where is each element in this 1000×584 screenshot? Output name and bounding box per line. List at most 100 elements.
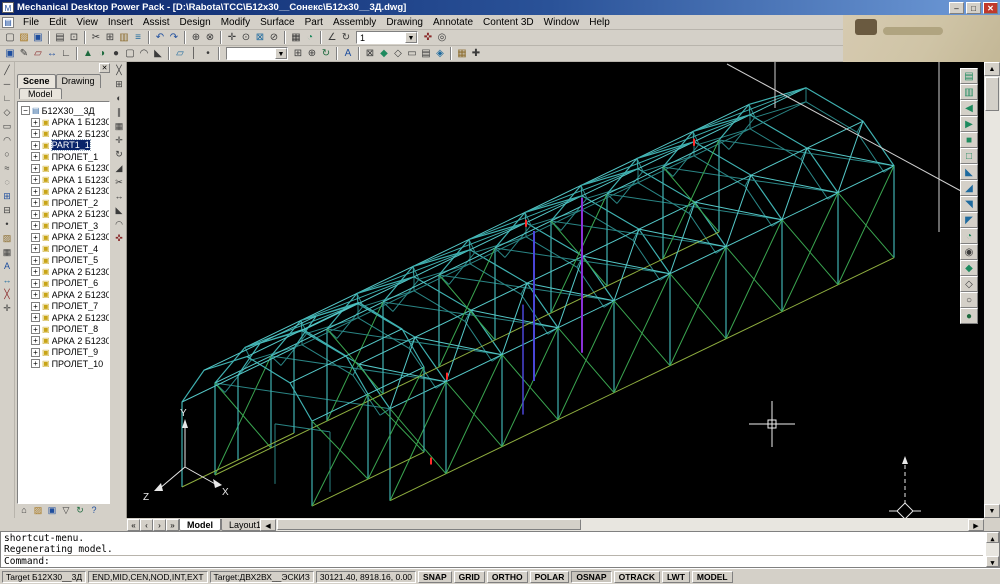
expand-box-icon[interactable]: +	[31, 187, 40, 196]
insert-block-icon[interactable]: ⊕	[189, 31, 203, 45]
toolbar-combo[interactable]: ▼	[226, 47, 288, 60]
new-part-icon[interactable]: ▣	[3, 47, 17, 61]
chamfer-feature-icon[interactable]: ◣	[151, 47, 165, 61]
power-snap-icon[interactable]: ✜	[421, 31, 435, 45]
refresh-icon[interactable]: ↻	[74, 505, 86, 517]
pattern-icon[interactable]: ⊞	[291, 47, 305, 61]
expand-box-icon[interactable]: +	[31, 141, 40, 150]
tab-drawing[interactable]: Drawing	[56, 74, 101, 88]
menu-view[interactable]: View	[71, 16, 103, 29]
menu-help[interactable]: Help	[584, 16, 615, 29]
tree-item-ПРОЛЕТ_10[interactable]: +▣ПРОЛЕТ_10	[19, 358, 109, 370]
last-tab-button[interactable]: »	[166, 519, 179, 531]
redo-icon[interactable]: ↷	[167, 31, 181, 45]
front-view2-icon[interactable]: ■	[960, 132, 978, 148]
rotate-icon[interactable]: ↻	[113, 148, 126, 162]
expand-box-icon[interactable]: +	[31, 325, 40, 334]
menu-modify[interactable]: Modify	[216, 16, 255, 29]
menu-assembly[interactable]: Assembly	[328, 16, 381, 29]
left-view-icon[interactable]: ◀	[960, 100, 978, 116]
expand-box-icon[interactable]: +	[31, 279, 40, 288]
expand-box-icon[interactable]: +	[31, 348, 40, 357]
close-button[interactable]: ✕	[983, 2, 998, 14]
copy-icon[interactable]: ⊞	[103, 31, 117, 45]
scale-icon[interactable]: ◢	[113, 162, 126, 176]
revolve-icon[interactable]: ◑	[95, 47, 109, 61]
tree-item-ПРОЛЕТ_4[interactable]: +▣ПРОЛЕТ_4	[19, 243, 109, 255]
top-view-icon[interactable]: ▤	[419, 47, 433, 61]
sw-isometric-icon[interactable]: ◣	[960, 164, 978, 180]
nw-isometric-icon[interactable]: ◤	[960, 212, 978, 228]
menu-file[interactable]: File	[18, 16, 44, 29]
line-icon[interactable]: ╱	[1, 64, 14, 78]
first-tab-button[interactable]: «	[127, 519, 140, 531]
tab-scene[interactable]: Scene	[17, 74, 56, 88]
rectangle-icon[interactable]: ▭	[1, 120, 14, 134]
tree-item-ПРОЛЕТ_3[interactable]: +▣ПРОЛЕТ_3	[19, 220, 109, 232]
work-plane-icon[interactable]: ▱	[173, 47, 187, 61]
wireframe-2d-icon[interactable]: ○	[960, 292, 978, 308]
tree-item-АРКА 2 Б1230_1[interactable]: +▣АРКА 2 Б1230_1	[19, 128, 109, 140]
tree-item-ПРОЛЕТ_7[interactable]: +▣ПРОЛЕТ_7	[19, 301, 109, 313]
ellipse-icon[interactable]: ◌	[1, 176, 14, 190]
paste-icon[interactable]: ▥	[117, 31, 131, 45]
prev-tab-button[interactable]: ‹	[140, 519, 153, 531]
work-axis-icon[interactable]: │	[187, 47, 201, 61]
expand-box-icon[interactable]: +	[31, 359, 40, 368]
toggle-osnap[interactable]: OSNAP	[571, 571, 611, 583]
tree-item-PART1_1[interactable]: +▣PART1_1	[19, 140, 109, 152]
catalog-icon[interactable]: ▦	[455, 47, 469, 61]
point-icon[interactable]: •	[1, 218, 14, 232]
tree-item-Б12Х30__3Д[interactable]: −▤Б12Х30__3Д	[19, 105, 109, 117]
floppy-icon[interactable]: ▣	[46, 505, 58, 517]
offset-icon[interactable]: ∥	[113, 106, 126, 120]
toggle-otrack[interactable]: OTRACK	[614, 571, 660, 583]
shade-mode-icon[interactable]: ◆	[960, 260, 978, 276]
toggle-model[interactable]: MODEL	[692, 571, 733, 583]
cut-icon[interactable]: ✂	[89, 31, 103, 45]
expand-box-icon[interactable]: +	[31, 302, 40, 311]
bottom-view-icon[interactable]: ▥	[960, 84, 978, 100]
tab-model[interactable]: Model	[179, 519, 221, 531]
region-icon[interactable]: ▦	[1, 246, 14, 260]
expand-box-icon[interactable]: +	[31, 198, 40, 207]
toggle-polar[interactable]: POLAR	[530, 571, 570, 583]
tree-item-ПРОЛЕТ_9[interactable]: +▣ПРОЛЕТ_9	[19, 347, 109, 359]
expand-box-icon[interactable]: +	[31, 313, 40, 322]
fillet-feature-icon[interactable]: ◠	[137, 47, 151, 61]
trim-icon[interactable]: ✂	[113, 176, 126, 190]
hidden-line-icon[interactable]: ◇	[960, 276, 978, 292]
render-icon[interactable]: ●	[960, 308, 978, 324]
ucs-icon[interactable]: ∠	[325, 31, 339, 45]
zoom-window-icon[interactable]: ⊠	[253, 31, 267, 45]
print-icon[interactable]: ▤	[53, 31, 67, 45]
command-scroll-up[interactable]: ▲	[986, 532, 999, 543]
back-view-icon[interactable]: □	[960, 148, 978, 164]
tree-item-АРКА 2 Б1230_6[interactable]: +▣АРКА 2 Б1230_6	[19, 266, 109, 278]
expand-box-icon[interactable]: +	[31, 210, 40, 219]
scroll-left-button[interactable]: ◀	[260, 519, 276, 531]
new-file-icon[interactable]: ▢	[3, 31, 17, 45]
tree-item-АРКА 1 Б1230_2[interactable]: +▣АРКА 1 Б1230_2	[19, 174, 109, 186]
expand-box-icon[interactable]: +	[31, 233, 40, 242]
drawing-viewport[interactable]: YXZ ▤▥◀▶■□◣◢◥◤◔◉◆◇○●	[127, 62, 984, 518]
add-constraint-icon[interactable]: ∟	[59, 47, 73, 61]
document-icon[interactable]: ▤	[2, 17, 14, 28]
tree-item-ПРОЛЕТ_6[interactable]: +▣ПРОЛЕТ_6	[19, 278, 109, 290]
scroll-right-button[interactable]: ▶	[968, 519, 984, 531]
expand-box-icon[interactable]: +	[31, 175, 40, 184]
spline-icon[interactable]: ≈	[1, 162, 14, 176]
polygon-icon[interactable]: ◇	[1, 106, 14, 120]
tree-item-АРКА 2 Б1230_9[interactable]: +▣АРКА 2 Б1230_9	[19, 335, 109, 347]
add-dimension-icon[interactable]: ↔	[45, 47, 59, 61]
scroll-down-button[interactable]: ▼	[984, 504, 1000, 518]
work-point-icon[interactable]: •	[201, 47, 215, 61]
expand-box-icon[interactable]: +	[31, 152, 40, 161]
zoom-extents-icon[interactable]: ⊠	[363, 47, 377, 61]
tree-item-АРКА 2 Б1230_2[interactable]: +▣АРКА 2 Б1230_2	[19, 186, 109, 198]
expand-box-icon[interactable]: +	[31, 164, 40, 173]
profile-icon[interactable]: ▱	[31, 47, 45, 61]
right-view-icon[interactable]: ▶	[960, 116, 978, 132]
open-file-icon[interactable]: ▨	[17, 31, 31, 45]
chamfer-icon[interactable]: ◣	[113, 204, 126, 218]
